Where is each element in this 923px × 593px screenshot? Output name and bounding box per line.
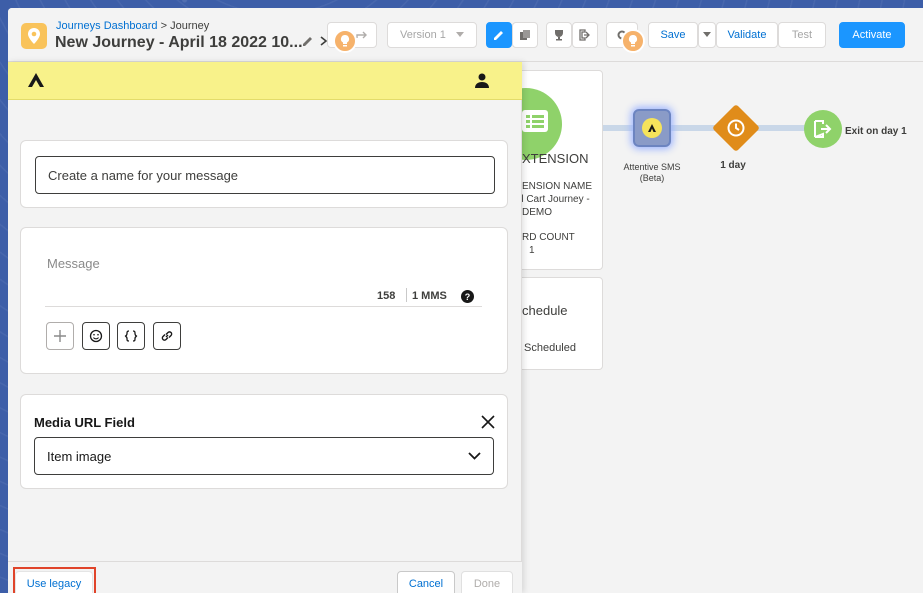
record-count-label: RD COUNT — [522, 232, 575, 243]
extension-name-value-2: DEMO — [522, 207, 552, 218]
journey-builder-app: Journeys Dashboard > Journey New Journey… — [8, 8, 923, 593]
message-divider — [45, 306, 482, 307]
chevron-down-icon — [456, 32, 464, 37]
breadcrumb: Journeys Dashboard > Journey — [56, 20, 209, 32]
clock-icon — [727, 119, 745, 137]
version-dropdown[interactable]: Version 1 — [387, 22, 477, 48]
personalization-button[interactable] — [117, 322, 145, 350]
counter-divider — [406, 288, 407, 302]
message-name-input[interactable]: Create a name for your message — [35, 156, 495, 194]
extension-name-value-1: d Cart Journey - — [518, 194, 590, 205]
record-count-value: 1 — [529, 245, 535, 256]
cancel-button[interactable]: Cancel — [397, 571, 455, 593]
copy-button[interactable] — [512, 22, 538, 48]
save-label: Save — [660, 29, 686, 41]
attentive-logo-icon — [28, 73, 44, 87]
header-toolbar: Journeys Dashboard > Journey New Journey… — [8, 8, 923, 62]
entry-source-title: XTENSION — [522, 151, 589, 166]
done-button[interactable]: Done — [461, 571, 513, 593]
link-icon — [161, 331, 173, 341]
curly-braces-icon — [124, 330, 138, 342]
insert-link-button[interactable] — [153, 322, 181, 350]
media-url-section: Media URL Field Item image — [20, 394, 508, 489]
breadcrumb-current: Journey — [170, 20, 210, 32]
panel-footer: Use legacy Cancel Done — [8, 561, 522, 593]
breadcrumb-separator: > — [160, 20, 168, 32]
breadcrumb-link-dashboard[interactable]: Journeys Dashboard — [56, 20, 158, 32]
activate-label: Activate — [852, 29, 892, 41]
plus-icon — [54, 330, 66, 342]
pencil-icon — [494, 31, 503, 40]
character-count: 158 — [377, 290, 396, 302]
highlight-box — [13, 567, 96, 593]
edit-mode-button[interactable] — [486, 22, 512, 48]
lightbulb-tip-icon[interactable] — [333, 29, 357, 53]
attentive-logo-icon — [642, 118, 662, 138]
test-button[interactable]: Test — [778, 22, 826, 48]
message-textarea[interactable]: Message — [47, 256, 100, 271]
chevron-down-icon — [703, 32, 711, 37]
edit-pencil-icon[interactable] — [301, 34, 315, 48]
save-menu-button[interactable] — [698, 22, 716, 48]
exit-criteria-button[interactable] — [572, 22, 598, 48]
test-label: Test — [791, 29, 813, 41]
redo-icon[interactable] — [355, 29, 369, 41]
schedule-status: Scheduled — [524, 342, 576, 354]
extension-name-label: ENSION NAME — [522, 181, 593, 192]
emoji-button[interactable] — [82, 322, 110, 350]
message-section: Message 158 1 MMS ? — [20, 227, 508, 374]
done-label: Done — [473, 578, 501, 590]
close-icon[interactable] — [481, 415, 495, 429]
list-icon — [522, 110, 548, 132]
message-name-section: Create a name for your message — [20, 140, 508, 208]
schedule-title: chedule — [522, 303, 568, 318]
sms-config-panel: Create a name for your message Message 1… — [8, 62, 522, 593]
exit-icon — [579, 29, 590, 41]
journey-location-icon — [21, 23, 47, 49]
chevron-down-icon — [468, 452, 481, 460]
activate-button[interactable]: Activate — [839, 22, 905, 48]
media-url-select[interactable]: Item image — [34, 437, 494, 475]
sms-node-label-2: (Beta) — [639, 173, 665, 183]
page-title: New Journey - April 18 2022 10... — [55, 34, 303, 51]
trophy-icon — [555, 30, 563, 41]
save-button[interactable]: Save — [648, 22, 698, 48]
add-attachment-button[interactable] — [46, 322, 74, 350]
sms-node-label-1: Attentive SMS — [623, 162, 681, 172]
wait-label: 1 day — [720, 160, 746, 171]
version-label: Version 1 — [400, 29, 446, 41]
cancel-label: Cancel — [408, 578, 444, 590]
panel-header — [8, 62, 522, 100]
message-name-placeholder: Create a name for your message — [48, 167, 239, 183]
user-icon[interactable] — [475, 73, 489, 88]
copy-icon — [520, 30, 530, 40]
goals-button[interactable] — [546, 22, 572, 48]
mms-count: 1 MMS — [412, 290, 447, 302]
lightbulb-tip-icon-2[interactable] — [621, 29, 645, 53]
exit-label: Exit on day 1 — [845, 126, 907, 137]
exit-door-icon — [814, 120, 832, 138]
validate-label: Validate — [727, 29, 767, 41]
help-question-icon[interactable]: ? — [461, 290, 474, 303]
media-url-label: Media URL Field — [34, 415, 135, 430]
attentive-sms-activity[interactable] — [633, 109, 671, 147]
smiley-icon — [89, 329, 103, 343]
validate-button[interactable]: Validate — [716, 22, 778, 48]
media-url-value: Item image — [47, 448, 112, 464]
exit-node[interactable] — [804, 110, 842, 148]
